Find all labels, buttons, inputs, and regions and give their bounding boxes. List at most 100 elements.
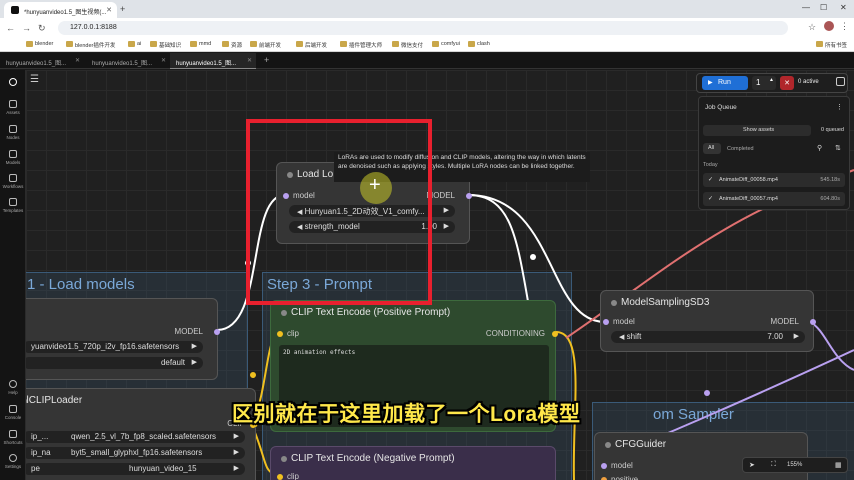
sidebar-item-help[interactable]: Help bbox=[0, 380, 26, 395]
bookmark-item[interactable]: blender插件开发 bbox=[66, 41, 115, 49]
sidebar-item-shortcuts[interactable]: Shortcuts bbox=[0, 430, 26, 445]
minimap-icon[interactable]: ▦ bbox=[835, 461, 842, 469]
cancel-button[interactable]: ✕ bbox=[780, 76, 794, 90]
arrow-right-icon[interactable]: ▶ bbox=[234, 464, 239, 472]
input-clip-dot[interactable] bbox=[277, 331, 283, 337]
chevron-up-icon[interactable]: ▲ bbox=[769, 77, 774, 83]
input-clip-label: clip bbox=[287, 329, 300, 338]
maximize-icon[interactable]: ☐ bbox=[820, 3, 827, 12]
job-queue-panel: Job Queue ⋮ Show assets 0 queued All Com… bbox=[698, 96, 850, 210]
input-clip-dot[interactable] bbox=[277, 474, 283, 480]
workflow-tab[interactable]: hunyuanvideo1.5_图... ✕ bbox=[0, 53, 84, 69]
bookmark-item[interactable]: ai bbox=[128, 41, 141, 47]
workflow-tab-active[interactable]: hunyuanvideo1.5_图... ✕ bbox=[170, 53, 256, 69]
close-icon[interactable]: ✕ bbox=[75, 57, 80, 64]
menu-icon[interactable]: ⋮ bbox=[840, 21, 849, 32]
arrow-right-icon[interactable]: ▶ bbox=[234, 432, 239, 440]
show-assets-button[interactable]: Show assets bbox=[703, 125, 811, 136]
bookmark-item[interactable]: 基础知识 bbox=[150, 41, 181, 49]
section-today: Today bbox=[703, 162, 718, 168]
sidebar-item-models[interactable]: Models bbox=[0, 150, 26, 165]
sidebar-item-nodes[interactable]: Nodes bbox=[0, 125, 26, 140]
bookmark-item[interactable]: clash bbox=[468, 41, 490, 47]
arrow-right-icon[interactable]: ▶ bbox=[444, 206, 449, 214]
output-conditioning-dot[interactable] bbox=[552, 331, 558, 337]
arrow-right-icon[interactable]: ▶ bbox=[234, 448, 239, 456]
browser-tab[interactable]: *hunyuanvideo1.5_图生视频(... ✕ bbox=[4, 2, 117, 18]
arrow-right-icon[interactable]: ▶ bbox=[192, 358, 197, 366]
bookmark-item[interactable]: 插件管理大师 bbox=[340, 41, 382, 49]
close-icon[interactable]: ✕ bbox=[106, 6, 112, 14]
clip-text-encode-negative-node[interactable]: CLIP Text Encode (Negative Prompt) clip bbox=[270, 446, 556, 480]
back-icon[interactable]: ← bbox=[6, 23, 15, 33]
close-icon[interactable]: ✕ bbox=[161, 57, 166, 64]
clip-name1-select[interactable]: ip_... qwen_2.5_vl_7b_fp8_scaled.safeten… bbox=[26, 431, 245, 443]
bookmark-item[interactable]: 前端开发 bbox=[250, 41, 281, 49]
link-purple-out bbox=[809, 321, 854, 371]
forward-icon[interactable]: → bbox=[22, 23, 31, 33]
url-input[interactable]: 127.0.0.1:8188 bbox=[58, 21, 788, 35]
arrow-right-icon[interactable]: ▶ bbox=[192, 342, 197, 350]
sidebar-item-label: Assets bbox=[6, 110, 20, 115]
active-count[interactable]: 0 active bbox=[798, 79, 819, 85]
more-icon[interactable]: ⋮ bbox=[836, 103, 843, 111]
filter-all-tab[interactable]: All bbox=[703, 143, 721, 154]
input-model-dot[interactable] bbox=[603, 319, 609, 325]
queue-item[interactable]: ✓ AnimateDiff_00057.mp4 604.80s bbox=[703, 192, 845, 206]
output-model-dot[interactable] bbox=[466, 193, 472, 199]
all-bookmarks[interactable]: 所有书签 bbox=[816, 41, 847, 49]
model-sampling-sd3-node[interactable]: ModelSamplingSD3 model MODEL ◀ shift 7.0… bbox=[600, 290, 816, 352]
filter-completed-tab[interactable]: Completed bbox=[727, 146, 754, 152]
filter-icon[interactable]: ⚲ bbox=[817, 144, 822, 152]
sort-icon[interactable]: ⇅ bbox=[835, 144, 841, 152]
window-close-icon[interactable]: ✕ bbox=[840, 3, 847, 12]
bookmark-item[interactable]: 后端开发 bbox=[296, 41, 327, 49]
star-icon[interactable]: ☆ bbox=[808, 22, 816, 33]
bookmark-item[interactable]: comfyui bbox=[432, 41, 460, 47]
sidebar-item-settings[interactable]: Settings bbox=[0, 454, 26, 469]
new-tab-icon[interactable]: + bbox=[120, 4, 125, 14]
bookmark-item[interactable]: blender bbox=[26, 41, 53, 47]
new-workflow-icon[interactable]: + bbox=[258, 53, 269, 69]
zoom-level[interactable]: 155% bbox=[787, 462, 802, 468]
video-subtitle: 区别就在于这里加载了一个Lora模型 bbox=[232, 403, 581, 426]
widget-label: pe bbox=[31, 464, 40, 473]
workflow-tab[interactable]: hunyuanvideo1.5_图... ✕ bbox=[86, 53, 170, 69]
unet-model-select[interactable]: yuanvideo1.5_720p_i2v_fp16.safetensors ▶ bbox=[26, 341, 203, 353]
sidebar-item-console[interactable]: Console bbox=[0, 405, 26, 420]
run-button[interactable]: ▶ Run bbox=[702, 76, 748, 90]
close-icon[interactable]: ✕ bbox=[247, 57, 252, 64]
panel-toggle-icon[interactable] bbox=[836, 77, 845, 86]
link-reroute-dot[interactable] bbox=[704, 390, 710, 396]
sidebar-item-workflows[interactable]: Workflows bbox=[0, 174, 26, 189]
bookmark-item[interactable]: mmd bbox=[190, 41, 211, 47]
comfyui-logo-icon[interactable] bbox=[0, 78, 26, 88]
output-model-dot[interactable] bbox=[214, 329, 220, 335]
arrow-right-icon[interactable]: ▶ bbox=[444, 222, 449, 230]
input-model-dot[interactable] bbox=[601, 463, 607, 469]
bookmark-item[interactable]: 资源 bbox=[222, 41, 242, 49]
unet-dtype-select[interactable]: default ▶ bbox=[26, 357, 203, 369]
avatar[interactable] bbox=[824, 21, 834, 31]
bookmark-item[interactable]: 微信支付 bbox=[392, 41, 423, 49]
fit-view-icon[interactable]: ⛶ bbox=[771, 461, 776, 469]
reload-icon[interactable]: ↻ bbox=[38, 23, 46, 34]
pointer-icon[interactable]: ➤ bbox=[749, 461, 755, 469]
link-reroute-dot[interactable] bbox=[530, 254, 536, 260]
unet-loader-node[interactable]: MODEL yuanvideo1.5_720p_i2v_fp16.safeten… bbox=[26, 298, 220, 380]
sidebar-item-templates[interactable]: Templates bbox=[0, 198, 26, 213]
link-reroute-dot[interactable] bbox=[250, 372, 256, 378]
clip-name2-select[interactable]: ip_na byt5_small_glyphxl_fp16.safetensor… bbox=[26, 447, 245, 459]
clip-type-select[interactable]: pe hunyuan_video_15 ▶ bbox=[26, 463, 245, 475]
sidebar-item-assets[interactable]: Assets bbox=[0, 100, 26, 115]
node-title: ModelSamplingSD3 bbox=[611, 297, 709, 308]
arrow-right-icon[interactable]: ▶ bbox=[794, 332, 799, 340]
clip-loader-node[interactable]: alCLIPLoader CLIP ip_... qwen_2.5_vl_7b_… bbox=[26, 388, 258, 480]
shift-slider[interactable]: ◀ shift 7.00 ▶ bbox=[611, 331, 805, 343]
minimize-icon[interactable]: — bbox=[802, 3, 810, 12]
highlight-box bbox=[246, 119, 432, 305]
queue-item[interactable]: ✓ AnimateDiff_00058.mp4 545.18s bbox=[703, 173, 845, 187]
output-model-dot[interactable] bbox=[810, 319, 816, 325]
batch-count-input[interactable]: 1 ▲ bbox=[752, 76, 776, 90]
arrow-left-icon[interactable]: ◀ bbox=[619, 334, 624, 341]
